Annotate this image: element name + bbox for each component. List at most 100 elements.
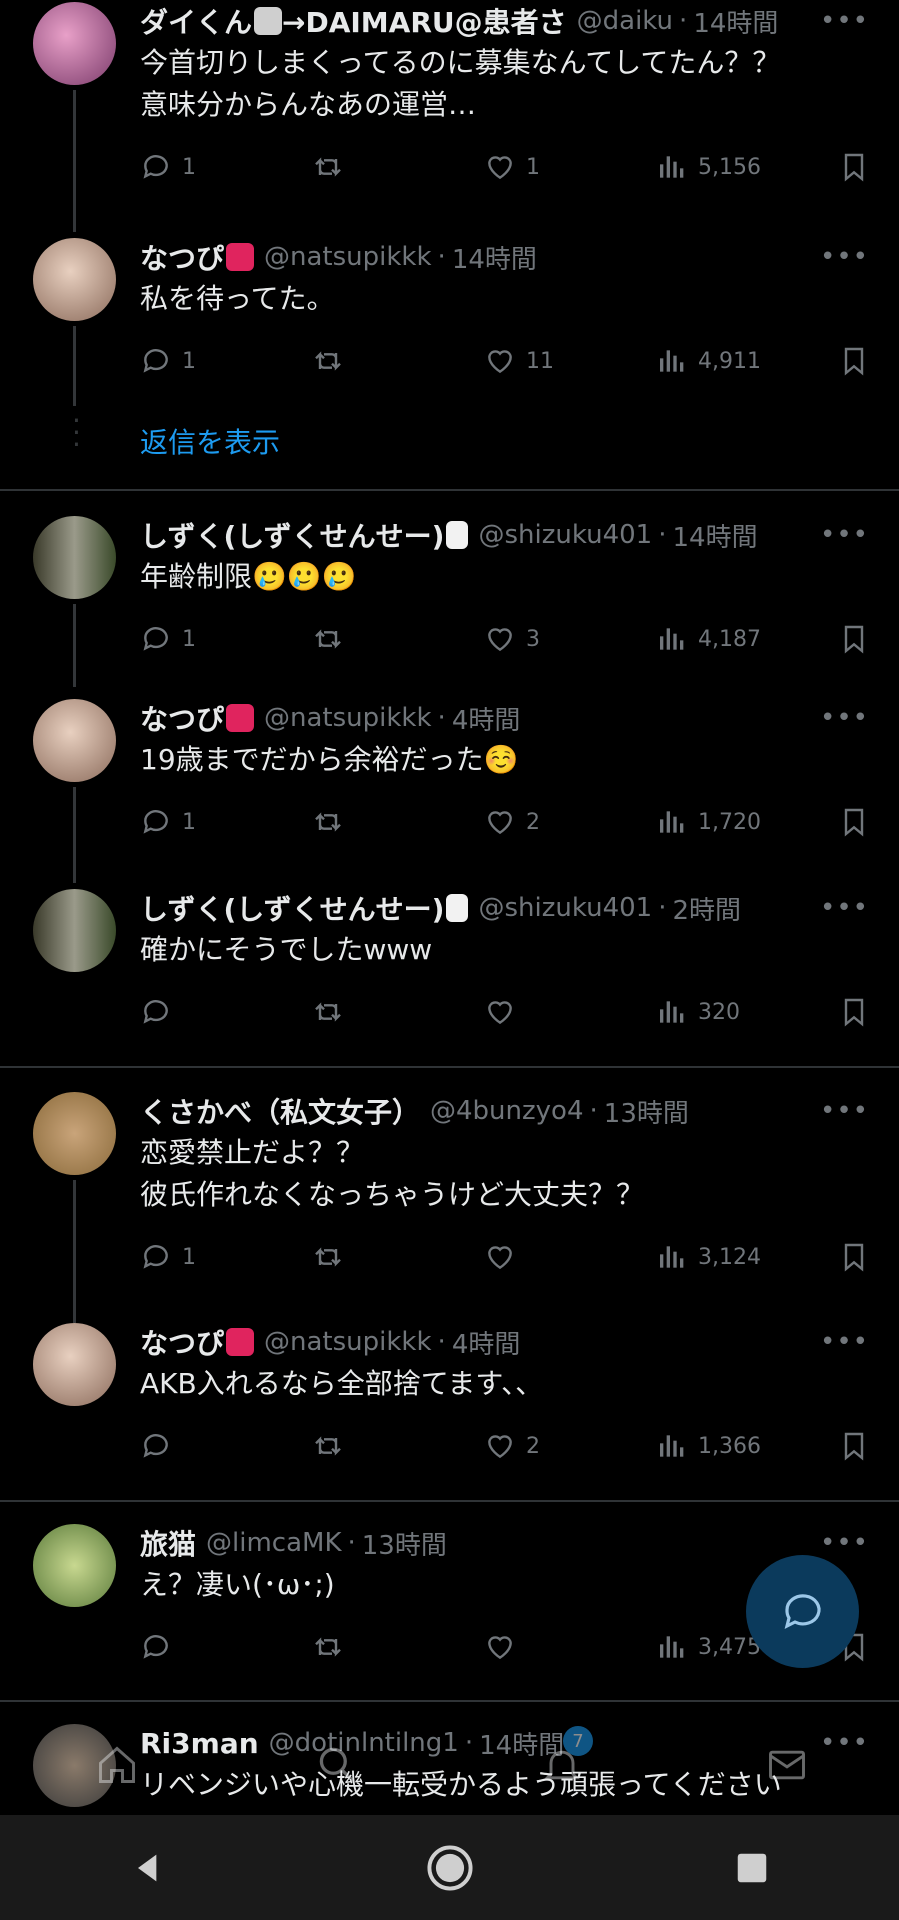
action-bar: 1 1 5,156 bbox=[140, 142, 873, 192]
timestamp[interactable]: 13時間 bbox=[604, 1093, 689, 1130]
retweet-button[interactable] bbox=[312, 996, 484, 1028]
action-bar: 2 1,366 bbox=[140, 1421, 873, 1471]
views-button[interactable]: 4,911 bbox=[656, 345, 838, 377]
like-button[interactable]: 2 bbox=[484, 1430, 656, 1462]
views-icon bbox=[660, 1435, 684, 1457]
reply-button[interactable]: 1 bbox=[140, 345, 312, 377]
handle[interactable]: @4bunzyo4 bbox=[430, 1096, 584, 1126]
bookmark-button[interactable] bbox=[838, 996, 870, 1028]
handle[interactable]: @natsupikkk bbox=[264, 242, 432, 272]
like-button[interactable]: 1 bbox=[484, 151, 656, 183]
avatar[interactable] bbox=[33, 1092, 116, 1175]
reply-button[interactable] bbox=[140, 1631, 312, 1663]
tweet[interactable]: なつぴ @natsupikkk · 4時間 ••• 19歳までだから余裕だった☺… bbox=[0, 687, 899, 883]
display-name[interactable]: しずく(しずくせんせー) bbox=[140, 516, 444, 554]
display-name[interactable]: なつぴ bbox=[140, 699, 224, 737]
bookmark-button[interactable] bbox=[838, 1241, 870, 1273]
views-button[interactable]: 3,124 bbox=[656, 1241, 838, 1273]
bookmark-button[interactable] bbox=[838, 151, 870, 183]
search-tab-icon[interactable] bbox=[315, 1743, 359, 1787]
more-icon[interactable]: ••• bbox=[820, 703, 869, 733]
retweet-button[interactable] bbox=[312, 1241, 484, 1273]
retweet-button[interactable] bbox=[312, 806, 484, 838]
timestamp[interactable]: 4時間 bbox=[452, 700, 521, 737]
retweet-button[interactable] bbox=[312, 1430, 484, 1462]
separator-dot: · bbox=[589, 1096, 598, 1126]
avatar[interactable] bbox=[33, 516, 116, 599]
display-name[interactable]: しずく(しずくせんせー) bbox=[140, 889, 444, 927]
display-name[interactable]: くさかべ（私文女子） bbox=[140, 1092, 420, 1130]
tweet[interactable]: ダイくん →DAIMARU@患者さ @daiku · 14時間 ••• 今首切り… bbox=[0, 0, 899, 232]
more-icon[interactable]: ••• bbox=[820, 1528, 869, 1558]
like-button[interactable]: 11 bbox=[484, 345, 656, 377]
tweet[interactable]: なつぴ @natsupikkk · 4時間 ••• AKB入れるなら全部捨てます… bbox=[0, 1323, 899, 1500]
retweet-button[interactable] bbox=[312, 623, 484, 655]
views-button[interactable]: 1,366 bbox=[656, 1430, 838, 1462]
show-replies-link[interactable]: 返信を表示 bbox=[140, 421, 280, 461]
more-icon[interactable]: ••• bbox=[820, 6, 869, 36]
timestamp[interactable]: 14時間 bbox=[452, 239, 537, 276]
reply-button[interactable] bbox=[140, 996, 312, 1028]
back-icon[interactable] bbox=[128, 1848, 168, 1888]
timestamp[interactable]: 14時間 bbox=[693, 3, 778, 40]
avatar[interactable] bbox=[33, 1524, 116, 1607]
home-icon[interactable] bbox=[424, 1842, 476, 1894]
views-button[interactable]: 4,187 bbox=[656, 623, 838, 655]
tweet[interactable]: しずく(しずくせんせー) @shizuku401 · 14時間 ••• 年齢制限… bbox=[0, 491, 899, 687]
home-tab-icon[interactable] bbox=[95, 1743, 139, 1787]
more-icon[interactable]: ••• bbox=[820, 893, 869, 923]
display-name[interactable]: なつぴ bbox=[140, 1323, 224, 1361]
like-button[interactable]: 3 bbox=[484, 623, 656, 655]
recents-icon[interactable] bbox=[733, 1849, 771, 1887]
reply-button[interactable]: 1 bbox=[140, 151, 312, 183]
display-name[interactable]: 旅猫 bbox=[140, 1524, 196, 1562]
more-icon[interactable]: ••• bbox=[820, 1096, 869, 1126]
like-button[interactable] bbox=[484, 1241, 656, 1273]
views-button[interactable]: 1,720 bbox=[656, 806, 838, 838]
more-icon[interactable]: ••• bbox=[820, 1327, 869, 1357]
avatar[interactable] bbox=[33, 1323, 116, 1406]
compose-reply-button[interactable] bbox=[746, 1555, 859, 1668]
avatar[interactable] bbox=[33, 889, 116, 972]
tweet[interactable]: くさかべ（私文女子） @4bunzyo4 · 13時間 ••• 恋愛禁止だよ？？… bbox=[0, 1068, 899, 1323]
handle[interactable]: @daiku bbox=[577, 6, 673, 36]
more-icon[interactable]: ••• bbox=[820, 520, 869, 550]
timestamp[interactable]: 4時間 bbox=[452, 1324, 521, 1361]
avatar[interactable] bbox=[33, 238, 116, 321]
display-name[interactable]: なつぴ bbox=[140, 238, 224, 276]
handle[interactable]: @natsupikkk bbox=[264, 703, 432, 733]
handle[interactable]: @shizuku401 bbox=[478, 520, 652, 550]
tweet[interactable]: しずく(しずくせんせー) @shizuku401 · 2時間 ••• 確かにそう… bbox=[0, 883, 899, 1066]
messages-tab-icon[interactable] bbox=[765, 1743, 809, 1787]
timestamp[interactable]: 2時間 bbox=[673, 890, 742, 927]
avatar[interactable] bbox=[33, 699, 116, 782]
reply-button[interactable]: 1 bbox=[140, 623, 312, 655]
handle[interactable]: @limcaMK bbox=[206, 1528, 341, 1558]
bookmark-button[interactable] bbox=[838, 345, 870, 377]
handle[interactable]: @shizuku401 bbox=[478, 893, 652, 923]
like-button[interactable] bbox=[484, 1631, 656, 1663]
retweet-button[interactable] bbox=[312, 345, 484, 377]
like-button[interactable] bbox=[484, 996, 656, 1028]
reply-icon bbox=[143, 1000, 168, 1024]
retweet-button[interactable] bbox=[312, 1631, 484, 1663]
views-button[interactable]: 320 bbox=[656, 996, 838, 1028]
show-replies-row[interactable]: · · · 返信を表示 bbox=[0, 405, 899, 483]
reply-button[interactable]: 1 bbox=[140, 806, 312, 838]
retweet-button[interactable] bbox=[312, 151, 484, 183]
avatar[interactable] bbox=[33, 2, 116, 85]
reply-button[interactable]: 1 bbox=[140, 1241, 312, 1273]
more-icon[interactable]: ••• bbox=[820, 242, 869, 272]
views-button[interactable]: 5,156 bbox=[656, 151, 838, 183]
timestamp[interactable]: 14時間 bbox=[673, 517, 758, 554]
handle[interactable]: @natsupikkk bbox=[264, 1327, 432, 1357]
tweet[interactable]: なつぴ @natsupikkk · 14時間 ••• 私を待ってた。 1 11 … bbox=[0, 230, 899, 406]
timestamp[interactable]: 13時間 bbox=[362, 1525, 447, 1562]
bookmark-button[interactable] bbox=[838, 1430, 870, 1462]
reply-button[interactable] bbox=[140, 1430, 312, 1462]
like-button[interactable]: 2 bbox=[484, 806, 656, 838]
display-name[interactable]: ダイくん bbox=[140, 2, 252, 40]
tweet-text: 確かにそうでしたwww bbox=[140, 933, 433, 966]
bookmark-button[interactable] bbox=[838, 623, 870, 655]
bookmark-button[interactable] bbox=[838, 806, 870, 838]
